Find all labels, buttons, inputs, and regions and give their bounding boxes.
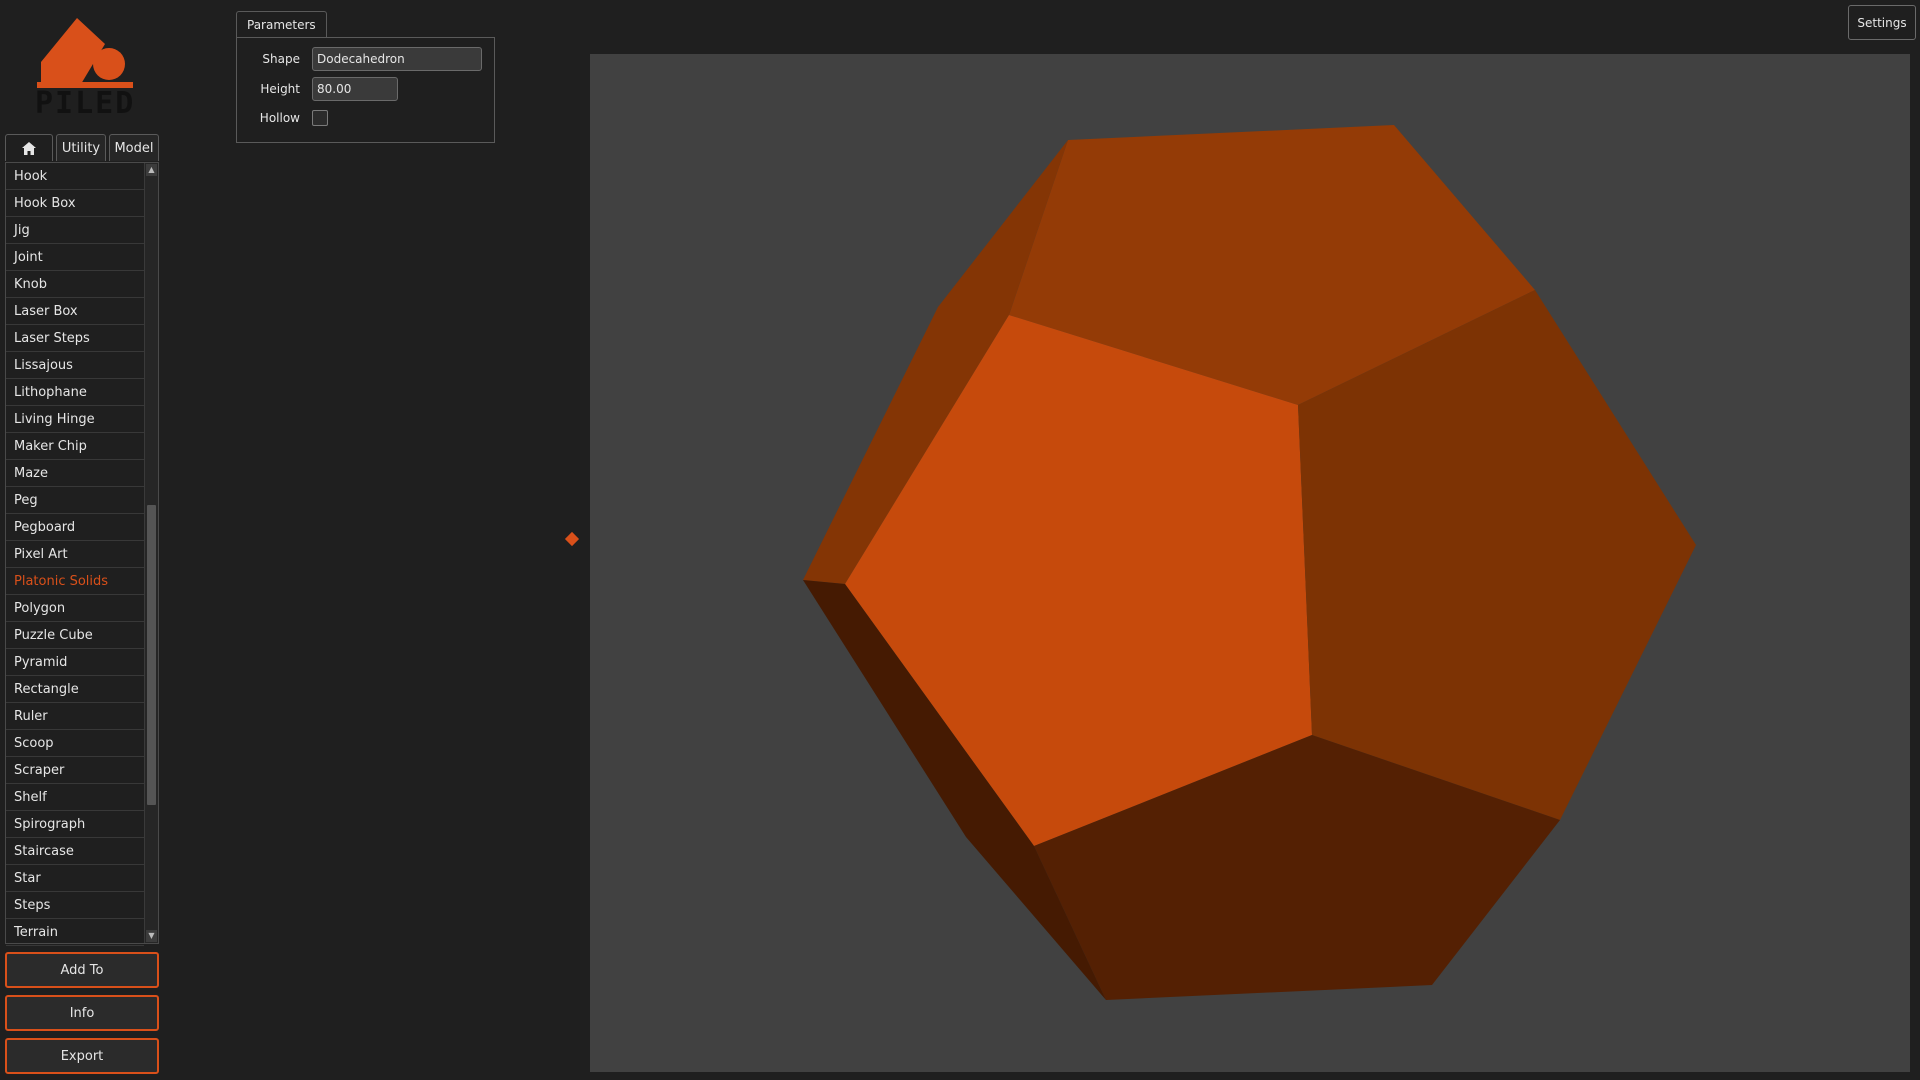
info-button[interactable]: Info [5, 995, 159, 1031]
scroll-up-icon[interactable]: ▲ [146, 164, 157, 176]
add-to-button[interactable]: Add To [5, 952, 159, 988]
tab-model[interactable]: Model [109, 134, 159, 161]
dodecahedron-model [803, 125, 1696, 1000]
tab-parameters[interactable]: Parameters [236, 11, 327, 37]
hollow-row: Hollow [237, 105, 494, 131]
list-item[interactable]: Hook [6, 163, 144, 190]
list-item[interactable]: Maker Chip [6, 433, 144, 460]
home-icon [22, 141, 36, 155]
piled-logo: PILED [35, 14, 136, 121]
list-item[interactable]: Pyramid [6, 649, 144, 676]
list-scrollbar[interactable]: ▲ ▼ [144, 163, 158, 943]
list-item[interactable]: Puzzle Cube [6, 622, 144, 649]
parameters-panel: Shape Dodecahedron Height 80.00 Hollow [236, 37, 495, 143]
shape-label: Shape [262, 52, 300, 66]
list-item[interactable]: Knob [6, 271, 144, 298]
height-label: Height [260, 82, 300, 96]
hollow-label: Hollow [259, 111, 300, 125]
height-row: Height 80.00 [237, 76, 494, 102]
model-list-items: Hook Hook Box Jig Joint Knob Laser Box Laser S… [6, 163, 144, 946]
list-item[interactable]: Laser Box [6, 298, 144, 325]
list-item[interactable]: Terrain [6, 919, 144, 946]
list-item[interactable]: Joint [6, 244, 144, 271]
list-item[interactable]: Jig [6, 217, 144, 244]
3d-viewport[interactable] [590, 54, 1910, 1072]
shape-row: Shape Dodecahedron [237, 46, 494, 72]
export-button[interactable]: Export [5, 1038, 159, 1074]
list-item[interactable]: Pixel Art [6, 541, 144, 568]
list-item[interactable]: Scoop [6, 730, 144, 757]
tab-home[interactable] [5, 134, 53, 161]
list-item[interactable]: Lissajous [6, 352, 144, 379]
list-item[interactable]: Maze [6, 460, 144, 487]
model-list: Hook Hook Box Jig Joint Knob Laser Box Laser S… [5, 162, 159, 946]
hollow-checkbox[interactable] [312, 110, 328, 126]
pivot-marker-icon [564, 531, 580, 547]
list-item[interactable]: Steps [6, 892, 144, 919]
list-item[interactable]: Laser Steps [6, 325, 144, 352]
list-item[interactable]: Pegboard [6, 514, 144, 541]
list-item[interactable]: Living Hinge [6, 406, 144, 433]
settings-button[interactable]: Settings [1848, 5, 1916, 40]
scroll-thumb[interactable] [147, 505, 156, 805]
list-item[interactable]: Shelf [6, 784, 144, 811]
tab-utility[interactable]: Utility [56, 134, 106, 161]
tab-bar: Utility Model [5, 134, 162, 162]
list-item[interactable]: Polygon [6, 595, 144, 622]
list-item[interactable]: Spirograph [6, 811, 144, 838]
list-item[interactable]: Rectangle [6, 676, 144, 703]
list-item[interactable]: Peg [6, 487, 144, 514]
list-item[interactable]: Lithophane [6, 379, 144, 406]
list-item[interactable]: Ruler [6, 703, 144, 730]
list-item[interactable]: Star [6, 865, 144, 892]
height-input[interactable]: 80.00 [312, 77, 398, 101]
list-item[interactable]: Scraper [6, 757, 144, 784]
logo-text: PILED [35, 86, 136, 121]
list-item[interactable]: Hook Box [6, 190, 144, 217]
scroll-down-icon[interactable]: ▼ [146, 930, 157, 942]
list-item[interactable]: Platonic Solids [6, 568, 144, 595]
list-item[interactable]: Staircase [6, 838, 144, 865]
shape-select[interactable]: Dodecahedron [312, 47, 482, 71]
